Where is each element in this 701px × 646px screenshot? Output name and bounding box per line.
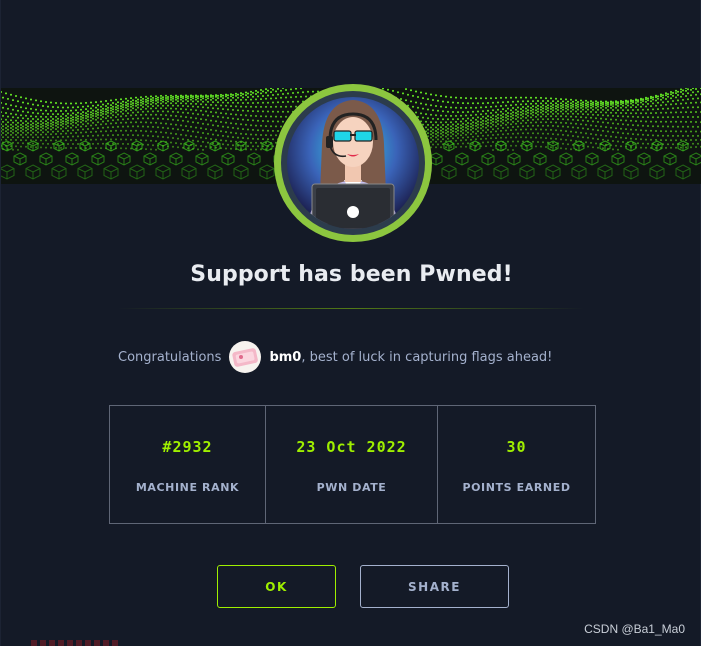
- share-button[interactable]: SHARE: [360, 565, 509, 608]
- points-earned-value: 30: [506, 438, 527, 456]
- user-avatar: [229, 341, 262, 373]
- title-divider: [118, 308, 585, 309]
- congrats-message: Congratulations bm0 , best of luck in ca…: [118, 341, 553, 373]
- stat-points-earned: 30 POINTS EARNED: [437, 406, 595, 523]
- username[interactable]: bm0: [269, 350, 301, 365]
- machine-rank-value: #2932: [162, 438, 213, 456]
- pwn-date-label: PWN DATE: [316, 481, 387, 494]
- machine-avatar: [274, 84, 432, 242]
- stat-pwn-date: 23 Oct 2022 PWN DATE: [265, 406, 437, 523]
- congrats-suffix: , best of luck in capturing flags ahead!: [301, 349, 553, 365]
- stats-table: #2932 MACHINE RANK 23 Oct 2022 PWN DATE …: [109, 405, 596, 524]
- pwned-modal: Support has been Pwned! Congratulations …: [0, 0, 701, 646]
- congrats-prefix: Congratulations: [118, 349, 222, 365]
- ok-button[interactable]: OK: [217, 565, 336, 608]
- support-agent-icon: [281, 91, 425, 235]
- stat-machine-rank: #2932 MACHINE RANK: [110, 406, 265, 523]
- watermark-text: CSDN @Ba1_Ma0: [584, 622, 685, 636]
- machine-rank-label: MACHINE RANK: [135, 481, 240, 494]
- background-page-fragment: [31, 640, 121, 646]
- pwn-date-value: 23 Oct 2022: [296, 438, 407, 456]
- page-title: Support has been Pwned!: [190, 262, 513, 287]
- points-earned-label: POINTS EARNED: [462, 481, 571, 494]
